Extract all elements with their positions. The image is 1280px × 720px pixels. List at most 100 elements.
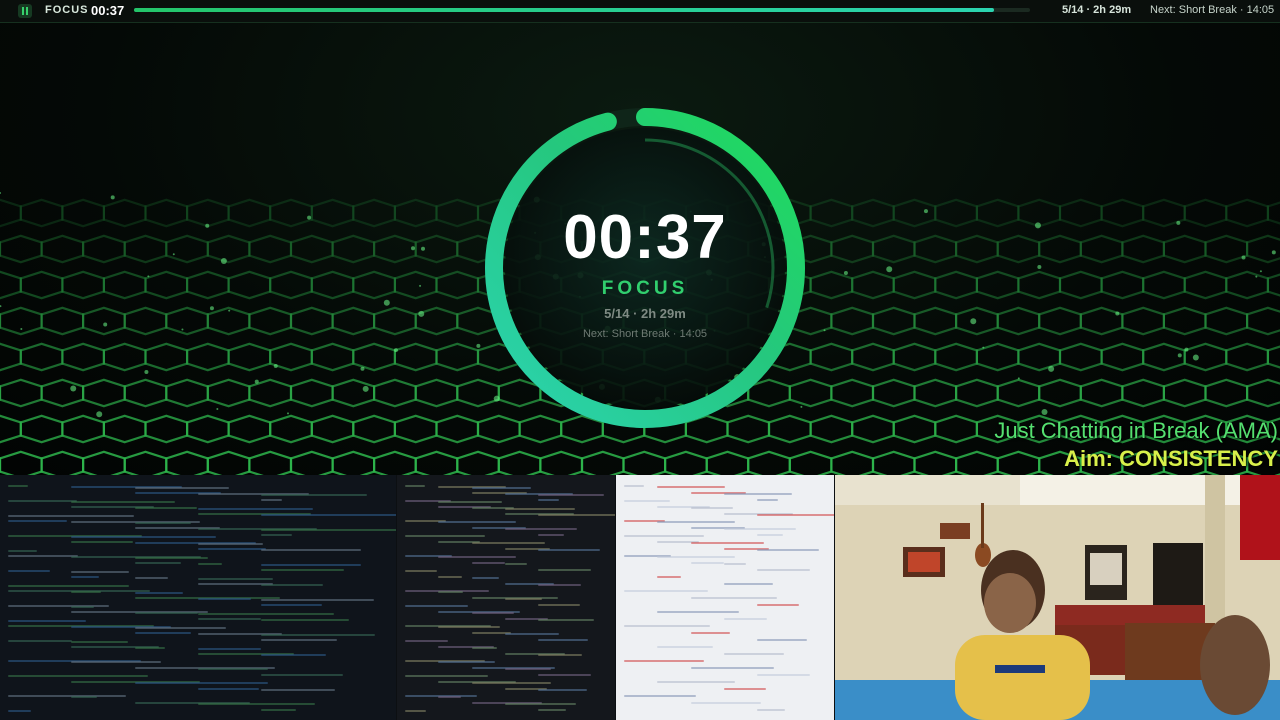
hex-cell — [19, 414, 64, 444]
screen-content-line — [261, 584, 324, 586]
hex-cell — [123, 306, 168, 336]
screen-content-line — [261, 634, 376, 636]
glow-particle — [823, 329, 826, 332]
screen-content-line — [657, 486, 726, 488]
hex-cell — [0, 342, 22, 372]
screen-content-line — [757, 514, 834, 516]
glow-particle — [205, 223, 210, 228]
screen-content-line — [198, 648, 261, 650]
hex-cell — [0, 378, 43, 408]
glow-particle — [1192, 354, 1199, 361]
screen-content-line — [261, 564, 362, 566]
screen-content-line — [624, 660, 704, 662]
screen-content-line — [538, 499, 559, 501]
hex-cell — [913, 234, 958, 264]
hex-cell — [373, 234, 417, 264]
hex-cell — [871, 234, 916, 264]
hex-cell — [165, 378, 209, 408]
screen-content-line — [71, 661, 161, 663]
hex-cell — [0, 198, 22, 228]
screen-content-line — [724, 493, 792, 495]
screen-content-line — [71, 696, 97, 698]
hex-cell — [206, 234, 251, 264]
glow-particle — [418, 310, 425, 317]
screen-content-line — [538, 709, 567, 711]
hex-cell — [81, 378, 126, 408]
glow-particle — [0, 305, 2, 308]
glow-particle — [970, 318, 977, 325]
hex-cell — [871, 306, 916, 336]
screen-content-line — [8, 640, 72, 642]
glow-particle — [362, 385, 369, 392]
hex-cell — [1121, 378, 1166, 408]
screen-content-line — [71, 576, 100, 578]
screen-content-line — [134, 562, 181, 564]
hex-cell — [289, 450, 334, 475]
screen-content-line — [757, 569, 811, 571]
hex-cell — [123, 378, 168, 408]
screen-content-line — [471, 682, 552, 684]
hex-cell — [1142, 270, 1186, 300]
screen-content-line — [757, 549, 820, 551]
screen-content-line — [261, 534, 292, 536]
screen-content-line — [261, 499, 283, 501]
glow-particle — [172, 253, 175, 256]
screen-content-line — [261, 689, 336, 691]
hex-cell — [1121, 306, 1166, 336]
screen-content-line — [538, 689, 587, 691]
screen-content-line — [261, 674, 344, 676]
screen-content-line — [657, 646, 713, 648]
screen-content-line — [198, 543, 263, 545]
screen-content-line — [471, 577, 499, 579]
glow-particle — [360, 366, 365, 371]
hex-cell — [373, 450, 417, 475]
hex-cell — [747, 450, 791, 475]
hex-cell — [393, 270, 438, 300]
glow-particle — [393, 348, 398, 353]
hex-cell — [663, 450, 708, 475]
hex-cell — [809, 270, 854, 300]
screen-content-line — [505, 528, 578, 530]
screen-content-line — [8, 485, 28, 487]
hex-cell — [61, 414, 106, 444]
glow-particle — [982, 346, 985, 349]
stream-status-text: Just Chatting in Break (AMA) — [994, 418, 1278, 443]
screen-content-line — [757, 674, 810, 676]
screen-content-line — [471, 647, 497, 649]
hex-cell — [186, 342, 230, 372]
hex-cell — [123, 234, 168, 264]
glow-particle — [181, 328, 184, 331]
glow-particle — [1041, 409, 1048, 416]
hex-cell — [352, 198, 396, 228]
screen-content-line — [134, 557, 208, 559]
topbar-next-info: Next: Short Break · 14:05 — [1150, 4, 1275, 16]
topbar-progress-bar — [134, 8, 1030, 12]
screen-content-line — [538, 674, 591, 676]
hex-cell — [1204, 378, 1249, 408]
timer-next-info: Next: Short Break · 14:05 — [582, 328, 708, 340]
screen-content-line — [438, 576, 463, 578]
screen-content-line — [71, 501, 175, 503]
screen-content-line — [438, 696, 462, 698]
hex-cell — [331, 306, 376, 336]
hex-cell — [248, 234, 293, 264]
screen-content-line — [8, 675, 149, 677]
screen-content-line — [198, 578, 274, 580]
hex-cell — [310, 198, 355, 228]
glow-particle — [307, 215, 312, 220]
hex-cell — [1017, 342, 1062, 372]
hex-cell — [830, 306, 875, 336]
screen-content-line — [261, 529, 396, 531]
hex-cell — [310, 414, 355, 444]
hex-cell — [0, 234, 43, 264]
hex-cell — [1079, 234, 1124, 264]
hex-cell — [934, 270, 979, 300]
screen-content-line — [757, 639, 807, 641]
screen-content-line — [134, 577, 168, 579]
screen-content-line — [198, 618, 261, 620]
hex-cell — [269, 270, 313, 300]
screen-content-line — [471, 562, 506, 564]
hex-cell — [331, 234, 376, 264]
screen-content-line — [471, 487, 531, 489]
glow-particle — [103, 322, 108, 327]
